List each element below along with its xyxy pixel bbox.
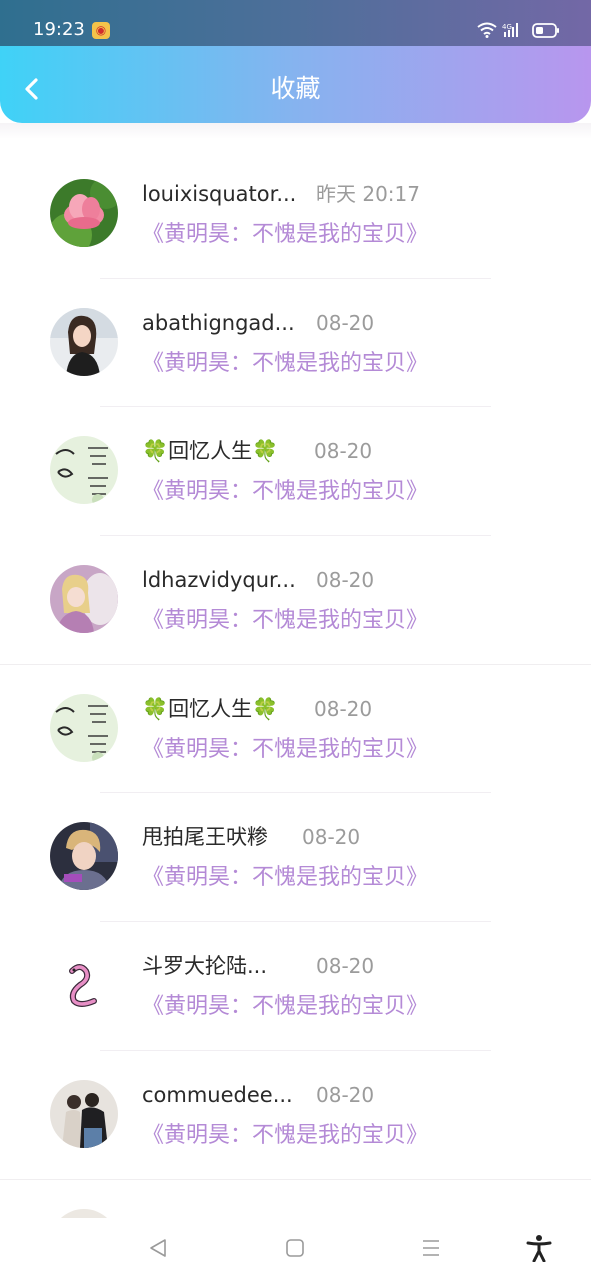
list-item[interactable]: 斗罗大抡陆... 08-20 《黄明昊：不愧是我的宝贝》 xyxy=(0,922,591,1051)
content-link[interactable]: 《黄明昊：不愧是我的宝贝》 xyxy=(142,1119,428,1153)
page-title: 收藏 xyxy=(270,74,321,103)
recents-menu-icon[interactable] xyxy=(419,1236,443,1260)
username: ldhazvidyqur... xyxy=(142,568,296,593)
content-link[interactable]: 《黄明昊：不愧是我的宝贝》 xyxy=(142,475,428,509)
username: 斗罗大抡陆... xyxy=(142,954,268,979)
list-item[interactable]: louixisquator... 昨天 20:17 《黄明昊：不愧是我的宝贝》 xyxy=(0,150,591,279)
avatar-calligraphy[interactable] xyxy=(50,693,118,762)
username: 🍀回忆人生🍀 xyxy=(142,439,279,464)
timestamp: 08-20 xyxy=(316,568,375,593)
accessibility-icon[interactable] xyxy=(526,1234,552,1262)
status-time: 19:23 xyxy=(33,19,85,40)
weibo-icon: ◉ xyxy=(92,22,110,39)
content-link[interactable]: 《黄明昊：不愧是我的宝贝》 xyxy=(142,733,428,767)
username: commuedee... xyxy=(142,1082,293,1107)
avatar-lotus[interactable] xyxy=(50,179,118,247)
battery-icon xyxy=(532,23,559,38)
username: abathigngad... xyxy=(142,310,295,335)
back-triangle-icon[interactable] xyxy=(146,1236,170,1260)
timestamp: 08-20 xyxy=(302,825,361,850)
avatar-boy[interactable] xyxy=(50,822,118,891)
status-bar: 19:23 ◉ 4G xyxy=(0,0,591,46)
avatar-partial[interactable] xyxy=(50,1208,118,1218)
home-square-icon[interactable] xyxy=(283,1236,307,1260)
timestamp: 昨天 20:17 xyxy=(316,182,420,206)
wifi-icon xyxy=(477,22,497,38)
list-item[interactable]: ldhazvidyqur... 08-20 《黄明昊：不愧是我的宝贝》 xyxy=(0,536,591,665)
username: louixisquator... xyxy=(142,182,297,206)
timestamp: 08-20 xyxy=(316,310,375,335)
avatar-girl-horse[interactable] xyxy=(50,565,118,634)
list-item[interactable]: 🍀回忆人生🍀 08-20 《黄明昊：不愧是我的宝贝》 xyxy=(0,407,591,537)
list-item[interactable]: abathigngad... 08-20 《黄明昊：不愧是我的宝贝》 xyxy=(0,279,591,408)
timestamp: 08-20 xyxy=(314,696,373,721)
header-shadow xyxy=(0,123,591,139)
content-link[interactable]: 《黄明昊：不愧是我的宝贝》 xyxy=(142,347,428,381)
timestamp: 08-20 xyxy=(316,1082,375,1107)
favorites-list[interactable]: louixisquator... 昨天 20:17 《黄明昊：不愧是我的宝贝》 … xyxy=(0,150,591,1218)
list-item[interactable]: 🍀回忆人生🍀 08-20 《黄明昊：不愧是我的宝贝》 xyxy=(0,665,591,794)
list-item[interactable]: commuedee... 08-20 《黄明昊：不愧是我的宝贝》 xyxy=(0,1051,591,1180)
username: 甩拍尾王吠糁 xyxy=(142,825,268,850)
list-item[interactable]: 甩拍尾王吠糁 08-20 《黄明昊：不愧是我的宝贝》 xyxy=(0,793,591,923)
signal-4g-icon: 4G xyxy=(502,23,518,37)
content-link[interactable]: 《黄明昊：不愧是我的宝贝》 xyxy=(142,861,428,895)
content-link[interactable]: 《黄明昊：不愧是我的宝贝》 xyxy=(142,604,428,638)
avatar-girl[interactable] xyxy=(50,307,118,376)
avatar-calligraphy[interactable] xyxy=(50,436,118,505)
content-link[interactable]: 《黄明昊：不愧是我的宝贝》 xyxy=(142,218,428,252)
timestamp: 08-20 xyxy=(314,439,373,464)
avatar-pink-snake[interactable] xyxy=(50,951,118,1020)
timestamp: 08-20 xyxy=(316,954,375,979)
username: 🍀回忆人生🍀 xyxy=(142,696,279,721)
content-link[interactable]: 《黄明昊：不愧是我的宝贝》 xyxy=(142,990,428,1024)
system-navigation-bar xyxy=(0,1218,591,1280)
network-label: 4G xyxy=(502,23,512,31)
list-item[interactable] xyxy=(0,1180,591,1218)
avatar-group[interactable] xyxy=(50,1079,118,1148)
